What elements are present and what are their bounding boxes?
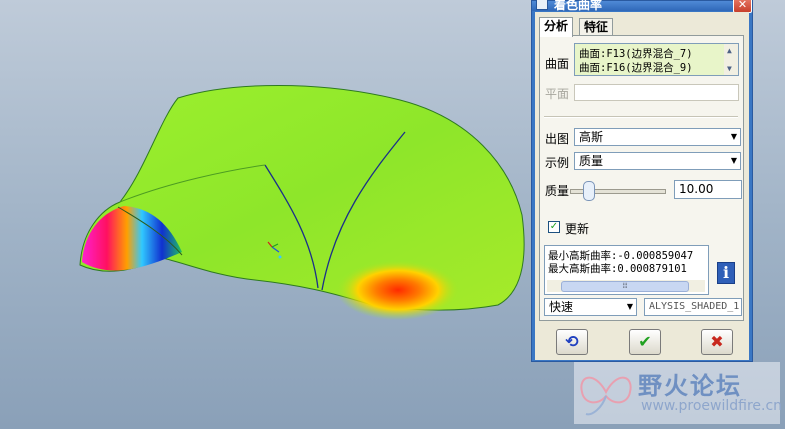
scrollbar-grip-icon[interactable]: ⦙⦙⦙: [561, 281, 689, 292]
surface-list-scrollbar[interactable]: ▲ ▼: [724, 44, 738, 75]
mode-select[interactable]: 快速 ▼: [544, 298, 637, 316]
shaded-curvature-dialog: 着色曲率 ✕ 分析 特征 曲面 曲面:F13(边界混合_7) 曲面:F16(边界…: [531, 0, 753, 362]
example-select[interactable]: 质量 ▼: [574, 152, 741, 170]
ok-button[interactable]: ✔: [629, 329, 661, 355]
mode-select-value: 快速: [549, 300, 574, 314]
output-label: 出图: [545, 132, 570, 146]
example-label: 示例: [545, 156, 570, 170]
info-icon[interactable]: i: [717, 262, 735, 284]
surface-list[interactable]: 曲面:F13(边界混合_7) 曲面:F16(边界混合_9) ▲ ▼: [574, 43, 739, 76]
repeat-button[interactable]: ⟲: [556, 329, 588, 355]
scroll-down-icon[interactable]: ▼: [727, 64, 732, 73]
analysis-name-field[interactable]: ALYSIS_SHADED_1: [644, 298, 742, 316]
surface-label: 曲面: [545, 57, 570, 71]
quality-value-field[interactable]: 10.00: [674, 180, 742, 199]
update-checkbox[interactable]: ✓: [548, 221, 560, 233]
quality-label: 质量: [545, 184, 570, 198]
surface-body: [79, 85, 525, 311]
chevron-down-icon: ▼: [730, 132, 737, 141]
window-icon: [536, 0, 548, 10]
close-icon: ✖: [710, 332, 724, 351]
tab-analysis[interactable]: 分析: [539, 17, 574, 37]
output-select[interactable]: 高斯 ▼: [574, 128, 741, 146]
scroll-up-icon[interactable]: ▲: [727, 46, 732, 55]
plane-label: 平面: [545, 87, 570, 101]
plane-field[interactable]: [574, 84, 739, 101]
watermark-title: 野火论坛: [638, 372, 742, 400]
max-curvature-row: 最大高斯曲率:0.000879101: [548, 261, 687, 276]
refresh-icon: ⟲: [565, 332, 579, 351]
divider: [544, 116, 738, 118]
output-select-value: 高斯: [579, 130, 604, 144]
max-curvature-value: 0.000879101: [617, 263, 687, 275]
example-select-value: 质量: [579, 154, 604, 168]
hot-spot-region: [336, 260, 460, 320]
checkmark-icon: ✔: [638, 332, 652, 351]
dialog-titlebar[interactable]: 着色曲率 ✕: [532, 0, 752, 13]
update-label: 更新: [565, 222, 590, 236]
results-scrollbar[interactable]: ⦙⦙⦙: [547, 280, 705, 292]
analysis-tab-page: 曲面 曲面:F13(边界混合_7) 曲面:F16(边界混合_9) ▲ ▼ 平面 …: [539, 35, 744, 321]
surface-list-item[interactable]: 曲面:F13(边界混合_7): [579, 46, 693, 61]
quality-slider-thumb[interactable]: [582, 181, 595, 201]
cancel-button[interactable]: ✖: [701, 329, 733, 355]
watermark-url: www.proewildfire.cn: [641, 398, 783, 414]
dialog-panel: 分析 特征 曲面 曲面:F13(边界混合_7) 曲面:F16(边界混合_9) ▲…: [535, 12, 749, 360]
chevron-down-icon: ▼: [626, 302, 633, 311]
max-curvature-label: 最大高斯曲率:: [548, 263, 618, 275]
chevron-down-icon: ▼: [730, 156, 737, 165]
butterfly-logo-icon: [580, 376, 632, 416]
tab-features[interactable]: 特征: [579, 18, 614, 36]
curvature-results: 最小高斯曲率:-0.000859047 最大高斯曲率:0.000879101 ⦙…: [544, 245, 709, 295]
surface-list-item[interactable]: 曲面:F16(边界混合_9): [579, 60, 693, 75]
